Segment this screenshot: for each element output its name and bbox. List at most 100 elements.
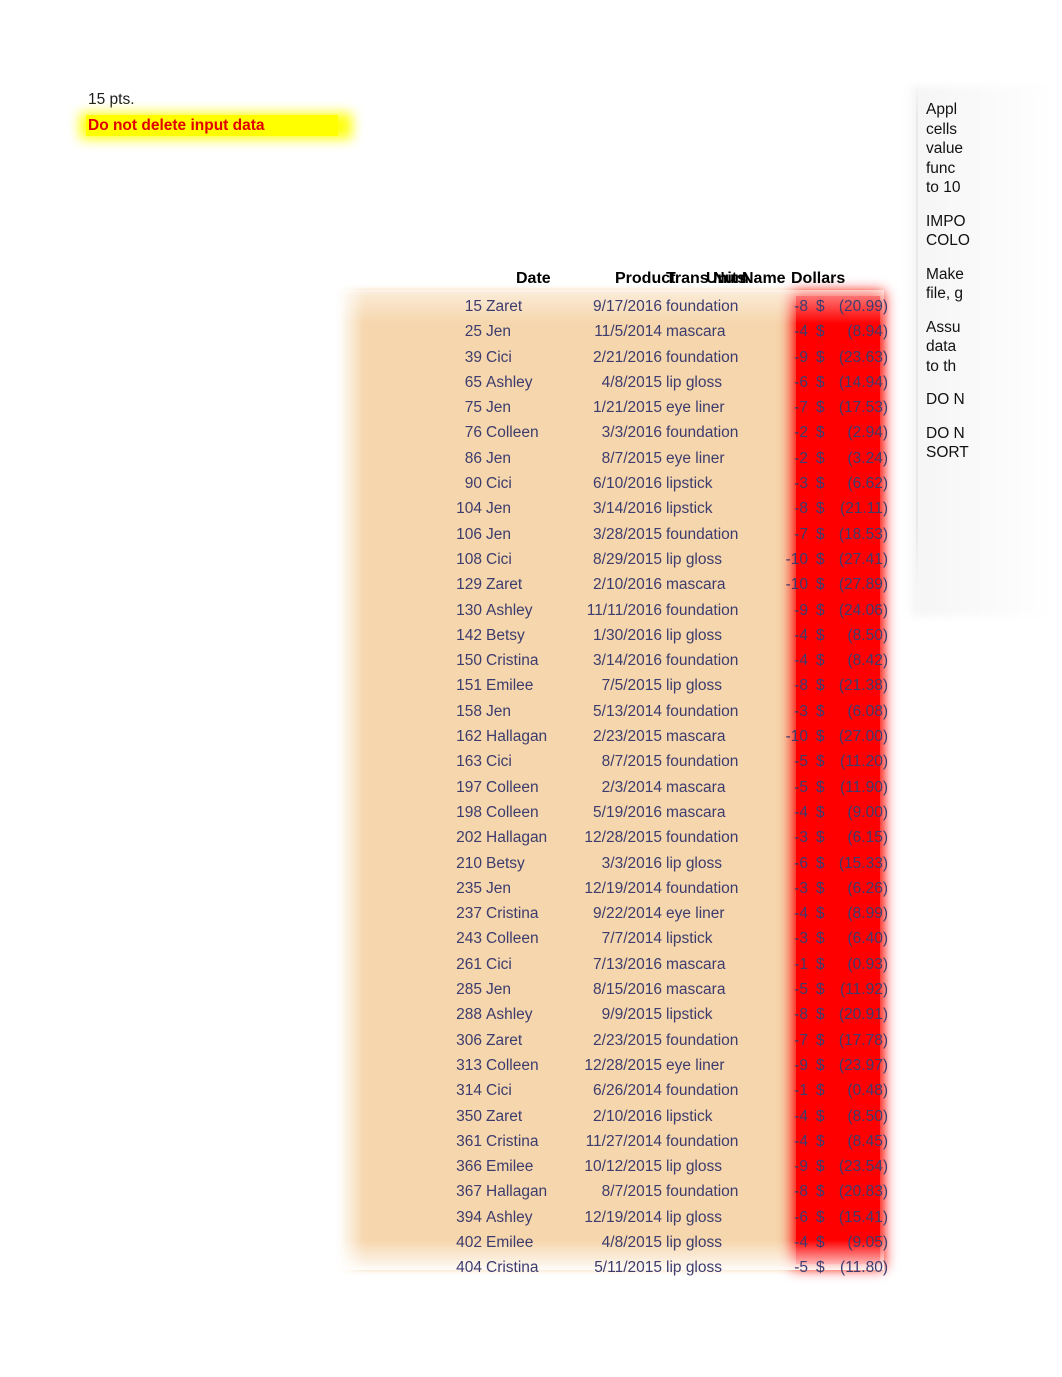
cell-trans-num: 361: [456, 1132, 482, 1150]
cell-amount: (27.89): [838, 576, 888, 594]
cell-product: eye liner: [666, 1056, 725, 1074]
cell-trans-num: 25: [464, 323, 482, 341]
cell-name: Hallagan: [486, 728, 548, 746]
cell-trans-num: 86: [464, 449, 482, 467]
table-row: 350 Zaret 2/10/2016 lipstick -4 $ (8.50): [330, 1104, 892, 1129]
table-row: 130 Ashley 11/11/2016 foundation -9 $ (24.06): [330, 598, 892, 623]
cell-currency-symbol: $: [816, 1259, 825, 1277]
table-row: 75 Jen 1/21/2015 eye liner -7 $ (17.53): [330, 395, 892, 420]
cell-date: 1/21/2015: [593, 399, 662, 417]
cell-trans-num: 104: [456, 500, 482, 518]
table-row: 158 Jen 5/13/2014 foundation -3 $ (6.08): [330, 699, 892, 724]
side-instruction-paragraph: Assu data to th: [926, 318, 961, 375]
cell-amount: (9.00): [847, 803, 889, 821]
table-row: 367 Hallagan 8/7/2015 foundation -8 $ (20.83): [330, 1179, 892, 1204]
cell-name: Colleen: [486, 803, 539, 821]
cell-date: 2/10/2016: [593, 576, 662, 594]
cell-currency-symbol: $: [816, 298, 825, 315]
cell-trans-num: 90: [464, 475, 482, 493]
cell-units: -1: [794, 955, 808, 973]
cell-date: 3/14/2016: [593, 652, 662, 670]
cell-product: foundation: [666, 702, 739, 720]
cell-units: -1: [794, 1082, 808, 1100]
cell-product: lip gloss: [666, 854, 722, 872]
cell-amount: (8.45): [847, 1132, 889, 1150]
table-row: 76 Colleen 3/3/2016 foundation -2 $ (2.94): [330, 420, 892, 445]
cell-currency-symbol: $: [816, 1158, 825, 1176]
table-row: 285 Jen 8/15/2016 mascara -5 $ (11.92): [330, 977, 892, 1002]
cell-amount: (20.99): [838, 298, 888, 315]
cell-trans-num: 306: [456, 1031, 482, 1049]
cell-units: -3: [794, 702, 808, 720]
side-instruction-paragraph: IMPO COLO: [926, 212, 970, 250]
cell-date: 9/17/2016: [593, 298, 662, 315]
cell-amount: (11.20): [840, 753, 888, 771]
cell-trans-num: 198: [456, 803, 482, 821]
cell-units: -7: [794, 399, 808, 417]
cell-trans-num: 350: [456, 1107, 482, 1125]
column-header-units: Units: [706, 270, 746, 287]
cell-currency-symbol: $: [816, 449, 825, 467]
cell-product: foundation: [666, 298, 739, 315]
side-panel-edge: [916, 86, 918, 586]
cell-currency-symbol: $: [816, 1056, 825, 1074]
cell-currency-symbol: $: [816, 323, 825, 341]
side-instruction-paragraph: DO N SORT: [926, 424, 969, 462]
cell-currency-symbol: $: [816, 981, 825, 999]
cell-units: -8: [794, 1183, 808, 1201]
cell-trans-num: 313: [456, 1056, 482, 1074]
cell-units: -9: [794, 348, 808, 366]
cell-currency-symbol: $: [816, 1208, 825, 1226]
cell-name: Jen: [486, 500, 511, 518]
cell-product: lip gloss: [666, 1233, 722, 1251]
cell-product: lipstick: [666, 475, 713, 493]
cell-currency-symbol: $: [816, 1006, 825, 1024]
table-row: 402 Emilee 4/8/2015 lip gloss -4 $ (9.05): [330, 1230, 892, 1255]
cell-units: -5: [794, 981, 808, 999]
cell-amount: (27.41): [838, 550, 888, 568]
cell-product: lip gloss: [666, 677, 722, 695]
cell-units: -3: [794, 879, 808, 897]
cell-units: -6: [794, 854, 808, 872]
cell-currency-symbol: $: [816, 576, 825, 594]
cell-date: 2/3/2014: [601, 778, 662, 796]
cell-currency-symbol: $: [816, 1031, 825, 1049]
cell-currency-symbol: $: [816, 652, 825, 670]
table-row: 404 Cristina 5/11/2015 lip gloss -5 $ (11.80): [330, 1255, 892, 1280]
cell-name: Colleen: [486, 424, 539, 442]
table-row: 151 Emilee 7/5/2015 lip gloss -8 $ (21.38): [330, 673, 892, 698]
cell-date: 8/15/2016: [593, 981, 662, 999]
cell-trans-num: 404: [456, 1259, 482, 1277]
cell-name: Hallagan: [486, 829, 548, 847]
cell-amount: (23.97): [838, 1056, 888, 1074]
cell-trans-num: 163: [456, 753, 482, 771]
cell-units: -9: [794, 1158, 808, 1176]
cell-product: eye liner: [666, 399, 725, 417]
cell-name: Cristina: [486, 1132, 539, 1150]
table-row: 198 Colleen 5/19/2016 mascara -4 $ (9.00): [330, 800, 892, 825]
cell-date: 12/28/2015: [584, 829, 662, 847]
cell-units: -4: [794, 652, 808, 670]
transactions-table: Trans Num Name Date Product Units Dollar…: [330, 266, 892, 1278]
cell-name: Jen: [486, 981, 511, 999]
cell-currency-symbol: $: [816, 677, 825, 695]
cell-amount: (6.26): [847, 879, 889, 897]
cell-trans-num: 130: [456, 601, 482, 619]
cell-name: Zaret: [486, 1107, 523, 1125]
cell-product: lipstick: [666, 1006, 713, 1024]
cell-name: Emilee: [486, 1233, 534, 1251]
cell-amount: (17.53): [838, 399, 888, 417]
cell-units: -5: [794, 753, 808, 771]
cell-date: 11/27/2014: [585, 1132, 662, 1150]
cell-name: Jen: [486, 879, 511, 897]
cell-date: 2/10/2016: [593, 1107, 662, 1125]
cell-product: mascara: [666, 778, 726, 796]
cell-currency-symbol: $: [816, 373, 825, 391]
table-row: 86 Jen 8/7/2015 eye liner -2 $ (3.24): [330, 446, 892, 471]
cell-date: 4/8/2015: [601, 1233, 662, 1251]
cell-amount: (8.50): [847, 1107, 889, 1125]
cell-units: -7: [794, 525, 808, 543]
table-row: 150 Cristina 3/14/2016 foundation -4 $ (8.42): [330, 648, 892, 673]
column-header-date: Date: [516, 270, 551, 287]
cell-units: -4: [794, 1107, 808, 1125]
